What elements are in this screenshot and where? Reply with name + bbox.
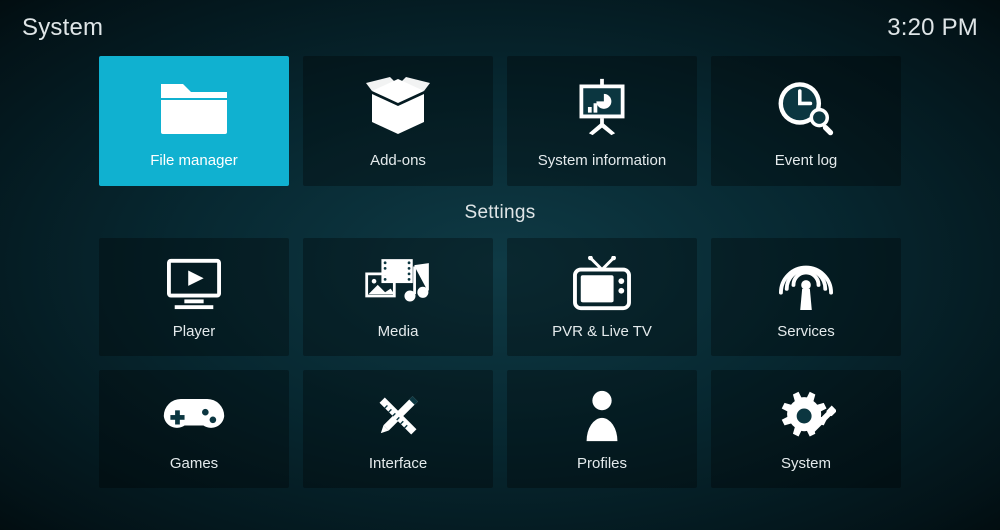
gamepad-icon [160, 387, 228, 445]
presentation-chart-icon [572, 74, 632, 140]
clock: 3:20 PM [887, 14, 978, 42]
topbar: System 3:20 PM [0, 0, 1000, 42]
settings-row-2: Games [99, 370, 901, 488]
tile-label: PVR & Live TV [552, 323, 652, 340]
tile-interface[interactable]: Interface [303, 370, 493, 488]
tile-player[interactable]: Player [99, 238, 289, 356]
tile-label: Player [173, 323, 216, 340]
settings-section-title: Settings [464, 202, 535, 224]
tile-label: File manager [150, 152, 238, 169]
player-icon [162, 255, 226, 313]
tile-services[interactable]: Services [711, 238, 901, 356]
tile-games[interactable]: Games [99, 370, 289, 488]
tile-system-information[interactable]: System information [507, 56, 697, 186]
tile-label: Services [777, 323, 835, 340]
tile-event-log[interactable]: Event log [711, 56, 901, 186]
tile-media[interactable]: Media [303, 238, 493, 356]
tile-label: Interface [369, 455, 427, 472]
tile-label: Event log [775, 152, 838, 169]
tile-label: Profiles [577, 455, 627, 472]
open-box-icon [366, 74, 430, 140]
tile-system[interactable]: System [711, 370, 901, 488]
tile-label: System [781, 455, 831, 472]
tile-pvr-live-tv[interactable]: PVR & Live TV [507, 238, 697, 356]
tile-label: Games [170, 455, 218, 472]
gear-screwdriver-icon [776, 387, 836, 445]
pencil-ruler-icon [370, 387, 426, 445]
tile-label: Media [378, 323, 419, 340]
broadcast-icon [779, 255, 833, 313]
top-row: File manager Add-ons [99, 56, 901, 186]
tile-addons[interactable]: Add-ons [303, 56, 493, 186]
media-icon [363, 255, 433, 313]
person-icon [582, 387, 622, 445]
tile-label: Add-ons [370, 152, 426, 169]
tile-file-manager[interactable]: File manager [99, 56, 289, 186]
folder-icon [155, 74, 233, 140]
tile-label: System information [538, 152, 666, 169]
tv-icon [571, 255, 633, 313]
clock-search-icon [775, 74, 837, 140]
top-section: File manager Add-ons [0, 42, 1000, 488]
settings-row-1: Player Media [99, 238, 901, 356]
tile-profiles[interactable]: Profiles [507, 370, 697, 488]
page-title: System [22, 14, 103, 42]
